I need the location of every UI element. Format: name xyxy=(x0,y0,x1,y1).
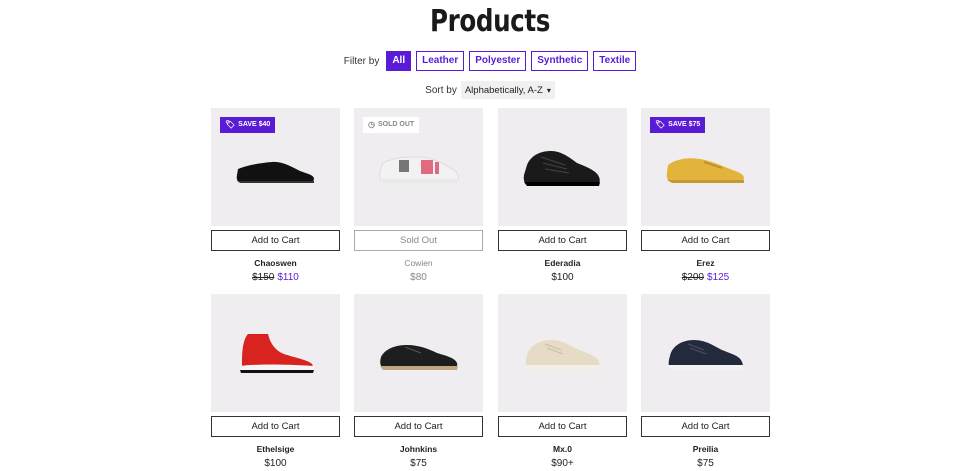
sale-badge: 🏷 SAVE $40 xyxy=(220,117,276,133)
product-name[interactable]: Erez xyxy=(641,258,770,268)
add-to-cart-button[interactable]: Add to Cart xyxy=(354,416,483,437)
filter-all-button[interactable]: All xyxy=(386,51,412,71)
product-card: Add to Cart Preilia $75 xyxy=(641,294,770,469)
product-card: 🏷 SAVE $40 Add to Cart Chaoswen $150 $110 xyxy=(211,108,340,283)
product-price: $75 xyxy=(697,458,714,469)
product-name[interactable]: Cowien xyxy=(354,258,483,268)
product-name[interactable]: Ederadia xyxy=(498,258,627,268)
tag-icon: 🏷 xyxy=(655,120,666,129)
product-price: $75 xyxy=(410,458,427,469)
product-card: ◷ SOLD OUT Sold Out Cowien $80 xyxy=(354,108,483,283)
sold-out-button: Sold Out xyxy=(354,230,483,251)
product-name[interactable]: Chaoswen xyxy=(211,258,340,268)
product-image[interactable]: 🏷 SAVE $75 xyxy=(641,108,770,226)
add-to-cart-button[interactable]: Add to Cart xyxy=(641,416,770,437)
product-image[interactable] xyxy=(211,294,340,412)
filter-label: Filter by xyxy=(343,55,380,67)
product-price: $80 xyxy=(410,272,427,283)
sneaker-shoe-icon xyxy=(524,340,601,370)
add-to-cart-button[interactable]: Add to Cart xyxy=(211,416,340,437)
product-card: Add to Cart Ederadia $100 xyxy=(498,108,627,283)
clock-icon: ◷ xyxy=(368,120,375,129)
loafer-shoe-icon xyxy=(236,161,314,183)
add-to-cart-button[interactable]: Add to Cart xyxy=(498,230,627,251)
filter-leather-button[interactable]: Leather xyxy=(416,51,465,71)
sneaker-shoe-icon xyxy=(667,340,744,370)
product-name[interactable]: Preilia xyxy=(641,444,770,454)
sold-out-badge: ◷ SOLD OUT xyxy=(363,117,420,133)
product-image[interactable] xyxy=(641,294,770,412)
product-price: $100 xyxy=(551,272,574,283)
sort-bar: Sort by Alphabetically, A-Z ▾ xyxy=(0,81,980,99)
filter-bar: Filter by All Leather Polyester Syntheti… xyxy=(0,51,980,71)
product-price: $90+ xyxy=(551,458,574,469)
sneaker-shoe-icon xyxy=(523,151,600,186)
sort-value: Alphabetically, A-Z xyxy=(464,84,543,96)
add-to-cart-button[interactable]: Add to Cart xyxy=(211,230,340,251)
tag-icon: 🏷 xyxy=(225,120,236,129)
product-image[interactable] xyxy=(498,294,627,412)
filter-synthetic-button[interactable]: Synthetic xyxy=(531,51,589,71)
product-image[interactable]: ◷ SOLD OUT xyxy=(354,108,483,226)
sock-sneaker-icon xyxy=(239,334,314,373)
product-name[interactable]: Mx.0 xyxy=(498,444,627,454)
sale-badge: 🏷 SAVE $75 xyxy=(650,117,706,133)
filter-polyester-button[interactable]: Polyester xyxy=(469,51,527,71)
page-title: Products xyxy=(430,4,550,39)
sneaker-shoe-icon xyxy=(379,345,458,370)
product-image[interactable] xyxy=(354,294,483,412)
sneaker-shoe-icon xyxy=(378,156,459,183)
chevron-down-icon: ▾ xyxy=(546,85,551,95)
add-to-cart-button[interactable]: Add to Cart xyxy=(641,230,770,251)
product-card: Add to Cart Ethelsige $100 xyxy=(211,294,340,469)
product-name[interactable]: Johnkins xyxy=(354,444,483,454)
sort-select[interactable]: Alphabetically, A-Z ▾ xyxy=(460,81,555,99)
product-image[interactable] xyxy=(498,108,627,226)
loafer-shoe-icon xyxy=(666,158,744,183)
product-image[interactable]: 🏷 SAVE $40 xyxy=(211,108,340,226)
product-name[interactable]: Ethelsige xyxy=(211,444,340,454)
sort-label: Sort by xyxy=(425,84,457,96)
product-card: Add to Cart Mx.0 $90+ xyxy=(498,294,627,469)
add-to-cart-button[interactable]: Add to Cart xyxy=(498,416,627,437)
product-price: $200 $125 xyxy=(681,272,730,283)
filter-textile-button[interactable]: Textile xyxy=(593,51,637,71)
product-price: $100 xyxy=(264,458,287,469)
product-price: $150 $110 xyxy=(252,272,299,283)
product-card: Add to Cart Johnkins $75 xyxy=(354,294,483,469)
product-card: 🏷 SAVE $75 Add to Cart Erez $200 $125 xyxy=(641,108,770,283)
